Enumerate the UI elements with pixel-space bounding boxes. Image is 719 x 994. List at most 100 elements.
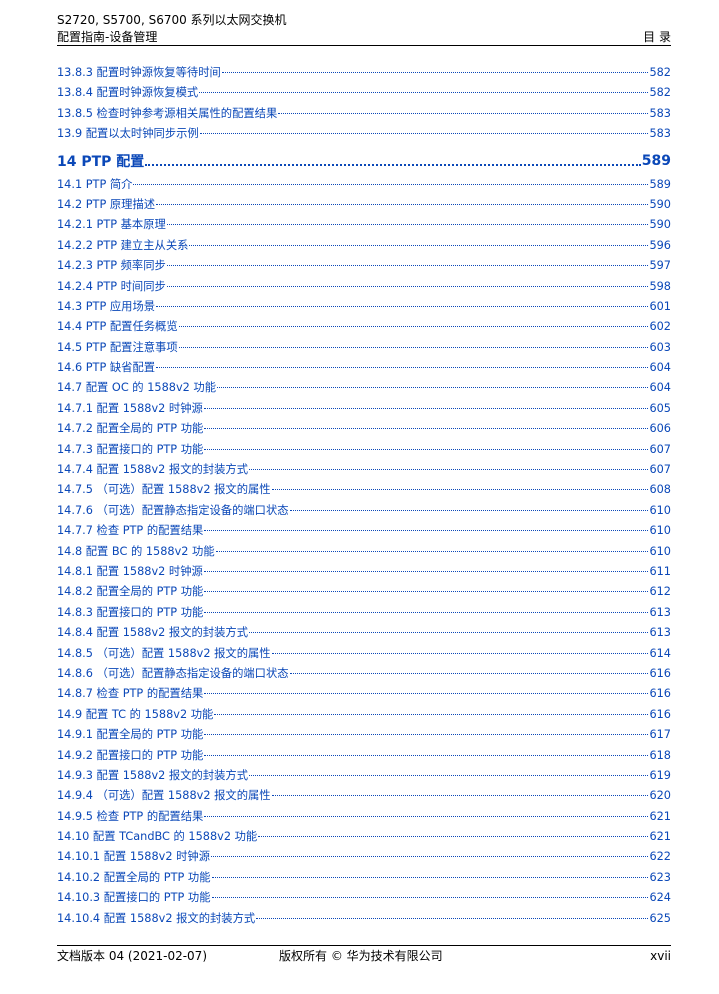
- toc-chapter-entry[interactable]: 14 PTP 配置 589: [57, 146, 671, 176]
- toc-entry-page: 610: [649, 503, 671, 517]
- toc-entry[interactable]: 14.2 PTP 原理描述 590: [57, 196, 671, 216]
- toc-entry-page: 601: [649, 299, 671, 313]
- toc-entry[interactable]: 14.8.7 检查 PTP 的配置结果 616: [57, 685, 671, 705]
- toc-entry-page: 603: [649, 340, 671, 354]
- dot-leader: [204, 815, 649, 817]
- header-divider: [57, 45, 671, 46]
- toc-entry[interactable]: 14.2.4 PTP 时间同步 598: [57, 278, 671, 298]
- dot-leader: [271, 652, 649, 654]
- dot-leader: [204, 428, 649, 430]
- toc-entry-page: 597: [649, 259, 671, 273]
- toc-entry[interactable]: 14.8.3 配置接口的 PTP 功能 613: [57, 604, 671, 624]
- toc-entry[interactable]: 14.9.3 配置 1588v2 报文的封装方式 619: [57, 767, 671, 787]
- toc-entry-title: 14.2.2 PTP 建立主从关系: [57, 238, 189, 252]
- toc-entry[interactable]: 14.8 配置 BC 的 1588v2 功能 610: [57, 543, 671, 563]
- dot-leader: [133, 183, 649, 185]
- toc-entry-title: 14.10.3 配置接口的 PTP 功能: [57, 891, 211, 905]
- toc-entry-page: 589: [649, 177, 671, 191]
- toc-entry-title: 14.9.3 配置 1588v2 报文的封装方式: [57, 768, 248, 782]
- toc-entry-page: 604: [649, 361, 671, 375]
- toc-entry[interactable]: 14.2.1 PTP 基本原理 590: [57, 216, 671, 236]
- toc-entry-title: 13.8.3 配置时钟源恢复等待时间: [57, 66, 221, 79]
- toc-entry-page: 623: [649, 870, 671, 884]
- toc-entry[interactable]: 14.9 配置 TC 的 1588v2 功能 616: [57, 706, 671, 726]
- toc-entry[interactable]: 14.8.5 （可选）配置 1588v2 报文的属性 614: [57, 645, 671, 665]
- toc-entry[interactable]: 14.7.7 检查 PTP 的配置结果 610: [57, 522, 671, 542]
- toc-entry-page: 583: [649, 106, 671, 120]
- toc-entry-page: 590: [649, 218, 671, 232]
- toc-entry-page: 621: [649, 830, 671, 844]
- toc-entry[interactable]: 14.3 PTP 应用场景 601: [57, 298, 671, 318]
- toc-entry-page: 618: [649, 748, 671, 762]
- toc-entry-page: 607: [649, 442, 671, 456]
- toc-entry[interactable]: 14.8.1 配置 1588v2 时钟源 611: [57, 563, 671, 583]
- toc-entry[interactable]: 14.8.4 配置 1588v2 报文的封装方式 613: [57, 624, 671, 644]
- toc-entry-title: 14.8.4 配置 1588v2 报文的封装方式: [57, 626, 248, 640]
- toc-entry[interactable]: 14.7.1 配置 1588v2 时钟源 605: [57, 400, 671, 420]
- toc-entry-page: 582: [649, 86, 671, 100]
- toc-entry[interactable]: 14.7.3 配置接口的 PTP 功能 607: [57, 441, 671, 461]
- toc-entry[interactable]: 14.7.5 （可选）配置 1588v2 报文的属性 608: [57, 481, 671, 501]
- toc-entry[interactable]: 14.5 PTP 配置注意事项 603: [57, 339, 671, 359]
- toc-entry[interactable]: 14.2.3 PTP 频率同步 597: [57, 257, 671, 277]
- toc-entry[interactable]: 14.2.2 PTP 建立主从关系 596: [57, 237, 671, 257]
- toc-entry-page: 613: [649, 626, 671, 640]
- toc-entry-title: 14.2.1 PTP 基本原理: [57, 218, 166, 232]
- dot-leader: [156, 305, 649, 307]
- dot-leader: [217, 387, 649, 389]
- toc-entry[interactable]: 14.1 PTP 简介 589: [57, 176, 671, 196]
- toc-entry-page: 613: [649, 605, 671, 619]
- dot-leader: [203, 570, 649, 572]
- toc-entry[interactable]: 14.7.4 配置 1588v2 报文的封装方式 607: [57, 461, 671, 481]
- toc-entry[interactable]: 14.9.2 配置接口的 PTP 功能 618: [57, 747, 671, 767]
- toc-entry[interactable]: 14.9.1 配置全局的 PTP 功能 617: [57, 726, 671, 746]
- dot-leader: [166, 224, 649, 226]
- toc-entry[interactable]: 13.9 配置以太时钟同步示例 583: [57, 125, 671, 145]
- toc-entry-page: 619: [649, 768, 671, 782]
- toc-entry[interactable]: 14.7.6 （可选）配置静态指定设备的端口状态 610: [57, 502, 671, 522]
- toc-entry-page: 624: [649, 891, 671, 905]
- toc-entry[interactable]: 14.10.4 配置 1588v2 报文的封装方式 625: [57, 910, 671, 930]
- toc-entry-title: 14 PTP 配置: [57, 153, 145, 170]
- toc-entry[interactable]: 14.8.6 （可选）配置静态指定设备的端口状态 616: [57, 665, 671, 685]
- toc-entry[interactable]: 14.10.3 配置接口的 PTP 功能 624: [57, 889, 671, 909]
- toc-entry-title: 14.8.2 配置全局的 PTP 功能: [57, 585, 204, 599]
- toc-entry[interactable]: 14.8.2 配置全局的 PTP 功能 612: [57, 583, 671, 603]
- dot-leader: [204, 611, 649, 613]
- dot-leader: [156, 367, 649, 369]
- toc-entry-page: 612: [649, 585, 671, 599]
- toc-entry-title: 14.7.5 （可选）配置 1588v2 报文的属性: [57, 483, 271, 497]
- toc-entry-title: 14.2.4 PTP 时间同步: [57, 279, 166, 293]
- dot-leader: [199, 133, 649, 135]
- toc-entry[interactable]: 14.7 配置 OC 的 1588v2 功能 604: [57, 379, 671, 399]
- toc-entry[interactable]: 13.8.4 配置时钟源恢复模式 582: [57, 84, 671, 104]
- dot-leader: [166, 265, 649, 267]
- toc-entry[interactable]: 14.7.2 配置全局的 PTP 功能 606: [57, 420, 671, 440]
- toc-entry-title: 14.4 PTP 配置任务概览: [57, 320, 178, 334]
- toc-entry-page: 583: [649, 127, 671, 141]
- toc-entry-page: 605: [649, 401, 671, 415]
- dot-leader: [178, 346, 649, 348]
- toc-entry-page: 620: [649, 789, 671, 803]
- toc-entry-title: 13.8.5 检查时钟参考源相关属性的配置结果: [57, 106, 278, 120]
- toc-entry-title: 14.9.1 配置全局的 PTP 功能: [57, 728, 204, 742]
- toc-entry[interactable]: 14.10.1 配置 1588v2 时钟源 622: [57, 848, 671, 868]
- toc-entry-title: 14.6 PTP 缺省配置: [57, 361, 156, 375]
- toc-entry-title: 14.8.6 （可选）配置静态指定设备的端口状态: [57, 666, 289, 680]
- toc-entry-title: 13.8.4 配置时钟源恢复模式: [57, 86, 199, 100]
- toc-entry-title: 14.8.5 （可选）配置 1588v2 报文的属性: [57, 646, 271, 660]
- toc-entry[interactable]: 13.8.3 配置时钟源恢复等待时间 582: [57, 64, 671, 84]
- toc-entry[interactable]: 14.9.5 检查 PTP 的配置结果 621: [57, 808, 671, 828]
- table-of-contents: 13.8.3 配置时钟源恢复等待时间 582 13.8.4 配置时钟源恢复模式 582…: [57, 64, 671, 930]
- toc-entry[interactable]: 13.8.5 检查时钟参考源相关属性的配置结果 583: [57, 105, 671, 125]
- toc-entry-title: 14.7.6 （可选）配置静态指定设备的端口状态: [57, 503, 289, 517]
- toc-entry[interactable]: 14.10 配置 TCandBC 的 1588v2 功能 621: [57, 828, 671, 848]
- toc-entry[interactable]: 14.10.2 配置全局的 PTP 功能 623: [57, 869, 671, 889]
- toc-entry-page: 598: [649, 279, 671, 293]
- dot-leader: [204, 754, 649, 756]
- dot-leader: [204, 693, 649, 695]
- toc-entry[interactable]: 14.4 PTP 配置任务概览 602: [57, 318, 671, 338]
- toc-entry[interactable]: 14.6 PTP 缺省配置 604: [57, 359, 671, 379]
- toc-entry-page: 589: [641, 152, 671, 169]
- toc-entry[interactable]: 14.9.4 （可选）配置 1588v2 报文的属性 620: [57, 787, 671, 807]
